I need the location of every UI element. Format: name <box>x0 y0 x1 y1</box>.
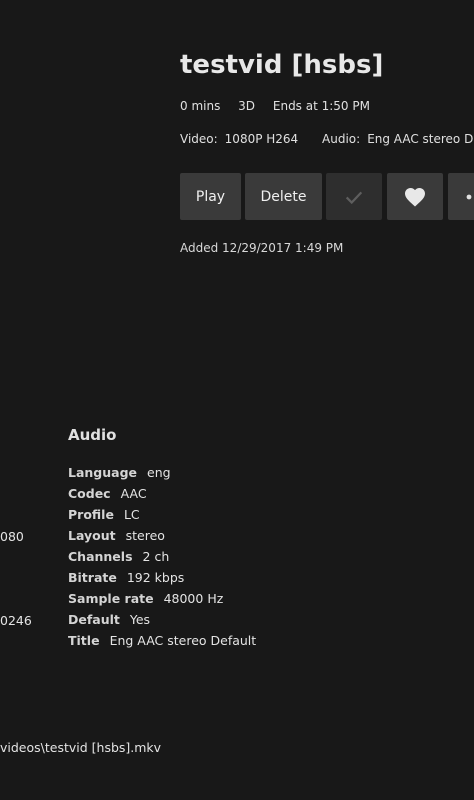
detail-key: Channels <box>68 549 133 564</box>
ends-at-text: Ends at 1:50 PM <box>272 99 370 113</box>
audio-value: Eng AAC stereo Default <box>367 132 474 146</box>
play-button[interactable]: Play <box>180 173 241 220</box>
detail-key: Layout <box>68 528 116 543</box>
audio-label: Audio: <box>322 132 361 146</box>
item-title: testvid [hsbs] <box>180 50 384 80</box>
detail-value: LC <box>123 507 140 522</box>
more-icon <box>466 194 472 199</box>
heart-icon <box>405 187 425 206</box>
delete-button[interactable]: Delete <box>245 173 322 220</box>
detail-value: Yes <box>129 612 151 627</box>
file-path: videos\testvid [hsbs].mkv <box>0 740 162 755</box>
item-meta: 0 mins 3D Ends at 1:50 PM <box>180 99 384 113</box>
video-label: Video: <box>180 132 218 146</box>
more-button[interactable] <box>448 173 474 220</box>
video-stream-info: Video: 1080P H264 <box>180 132 302 146</box>
audio-detail-row: Title Eng AAC stereo Default <box>68 633 256 654</box>
audio-detail-row: Layout stereo <box>68 528 256 549</box>
3d-format-badge: 3D <box>238 99 256 113</box>
detail-key: Bitrate <box>68 570 117 585</box>
runtime-text: 0 mins <box>180 99 221 113</box>
detail-key: Language <box>68 465 138 480</box>
date-added: Added 12/29/2017 1:49 PM <box>180 241 344 255</box>
detail-value: 2 ch <box>142 549 170 564</box>
favorite-button[interactable] <box>387 173 443 220</box>
detail-value: 192 kbps <box>126 570 185 585</box>
detail-key: Codec <box>68 486 111 501</box>
detail-value: stereo <box>125 528 165 543</box>
detail-value: AAC <box>120 486 147 501</box>
mark-played-button[interactable] <box>326 173 382 220</box>
video-value: 1080P H264 <box>224 132 299 146</box>
video-layout-value-fragment: 080 <box>0 529 24 544</box>
audio-detail-row: Default Yes <box>68 612 256 633</box>
detail-key: Profile <box>68 507 114 522</box>
detail-value: eng <box>147 465 171 480</box>
check-icon <box>345 191 363 204</box>
audio-stream-info: Audio: Eng AAC stereo Default <box>322 132 474 146</box>
detail-value: 48000 Hz <box>163 591 224 606</box>
audio-stream-details: Language eng Codec AAC Profile LC Layout ste… <box>68 465 256 654</box>
audio-detail-row: Bitrate 192 kbps <box>68 570 256 591</box>
stream-summary: Video: 1080P H264 Audio: Eng AAC stereo De… <box>180 132 474 146</box>
item-details-page: testvid [hsbs] 0 mins 3D Ends at 1:50 PM… <box>0 0 474 800</box>
detail-key: Default <box>68 612 120 627</box>
audio-detail-row: Sample rate 48000 Hz <box>68 591 256 612</box>
detail-key: Title <box>68 633 100 648</box>
audio-detail-row: Codec AAC <box>68 486 256 507</box>
audio-detail-row: Language eng <box>68 465 256 486</box>
video-default-value-fragment: 0246 <box>0 613 32 628</box>
audio-detail-row: Channels 2 ch <box>68 549 256 570</box>
detail-key: Sample rate <box>68 591 154 606</box>
audio-section-heading: Audio <box>68 426 117 444</box>
detail-value: Eng AAC stereo Default <box>109 633 257 648</box>
audio-detail-row: Profile LC <box>68 507 256 528</box>
